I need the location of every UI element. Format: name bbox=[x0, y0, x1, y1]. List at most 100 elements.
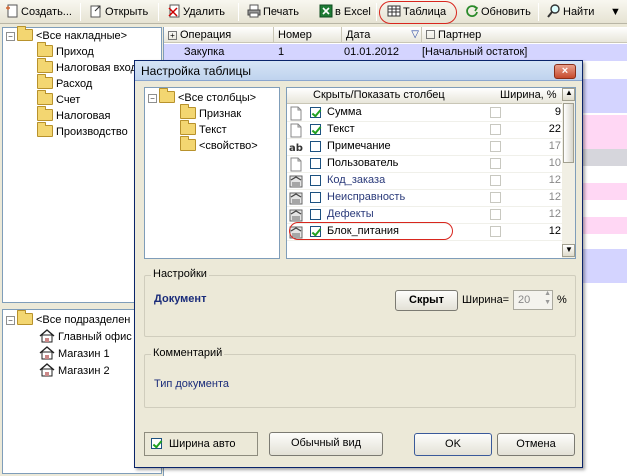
column-width-checkbox[interactable] bbox=[490, 226, 501, 237]
column-row[interactable]: Неисправность 12 bbox=[287, 190, 575, 207]
column-visible-checkbox[interactable] bbox=[310, 209, 321, 220]
column-width-value[interactable]: 10 bbox=[531, 157, 561, 169]
column-width-checkbox[interactable] bbox=[490, 175, 501, 186]
tree-item-label: Главный офис bbox=[58, 331, 132, 343]
column-visible-checkbox[interactable] bbox=[310, 141, 321, 152]
column-tree[interactable]: − <Все столбцы> Признак Текст <свойство> bbox=[144, 87, 280, 259]
spin-up-icon[interactable]: ▲ bbox=[544, 290, 551, 297]
column-row[interactable]: Код_заказа 12 bbox=[287, 173, 575, 190]
auto-width-check-icon[interactable] bbox=[151, 438, 162, 449]
grid-cell: [Начальный остаток] bbox=[422, 46, 528, 58]
grid-header-label: Операция bbox=[180, 29, 232, 41]
column-width-checkbox[interactable] bbox=[490, 124, 501, 135]
column-width-value[interactable]: 22 bbox=[531, 123, 561, 135]
column-row[interactable]: Сумма 9 bbox=[287, 105, 575, 122]
find-dropdown-button[interactable]: ▼ bbox=[607, 2, 624, 22]
sort-icon: + bbox=[168, 31, 177, 40]
tree-item-property[interactable]: <свойство> bbox=[180, 136, 258, 154]
normal-view-button[interactable]: Обычный вид bbox=[269, 432, 383, 456]
grid-row[interactable]: Закупка 1 01.01.2012 [Начальный остаток] bbox=[164, 44, 627, 61]
grid-header-partner[interactable]: Партнер bbox=[422, 27, 627, 43]
create-button[interactable]: Создать... bbox=[2, 2, 75, 22]
tree-item-label: <свойство> bbox=[199, 140, 258, 152]
collapse-icon[interactable]: − bbox=[6, 32, 15, 41]
width-label: Ширина= bbox=[462, 294, 510, 306]
open-icon bbox=[90, 5, 101, 18]
column-row[interactable]: Текст 22 bbox=[287, 122, 575, 139]
percent-label: % bbox=[557, 294, 567, 306]
column-width-value[interactable]: 12 bbox=[531, 225, 561, 237]
tree-item-nalog[interactable]: Налоговая bbox=[37, 106, 111, 124]
delete-button[interactable]: Удалить bbox=[164, 2, 228, 22]
tree-root-all-columns[interactable]: − <Все столбцы> bbox=[148, 88, 256, 106]
close-button[interactable]: × bbox=[554, 64, 576, 79]
column-width-checkbox[interactable] bbox=[490, 192, 501, 203]
columns-scrollbar[interactable]: ▲ ▼ bbox=[562, 88, 575, 258]
svg-text:ab: ab bbox=[289, 143, 303, 154]
column-visible-checkbox[interactable] bbox=[310, 124, 321, 135]
print-label: Печать bbox=[263, 6, 300, 18]
column-width-checkbox[interactable] bbox=[490, 107, 501, 118]
open-button[interactable]: Открыть bbox=[86, 2, 151, 22]
grid-header-operation[interactable]: + Операция bbox=[164, 27, 274, 43]
column-visible-checkbox[interactable] bbox=[310, 107, 321, 118]
scroll-up-button[interactable]: ▲ bbox=[562, 88, 575, 101]
house-icon bbox=[39, 363, 55, 377]
partner-header-icon bbox=[426, 30, 435, 39]
settings-group-title: Настройки bbox=[151, 268, 209, 280]
column-width-checkbox[interactable] bbox=[490, 141, 501, 152]
excel-button[interactable]: в Excel bbox=[316, 2, 374, 22]
column-visible-checkbox[interactable] bbox=[310, 175, 321, 186]
column-name: Примечание bbox=[327, 140, 391, 152]
tree-item-label: Налоговая bbox=[56, 110, 111, 122]
cancel-button[interactable]: Отмена bbox=[497, 433, 575, 456]
collapse-icon[interactable]: − bbox=[6, 316, 15, 325]
comment-text: Тип документа bbox=[154, 378, 230, 390]
toolbar-separator bbox=[238, 3, 239, 21]
tree-item-priznak[interactable]: Признак bbox=[180, 104, 241, 122]
auto-width-checkbox[interactable]: Ширина авто bbox=[144, 432, 258, 456]
toolbar-separator bbox=[158, 3, 159, 21]
column-row[interactable]: ab Примечание 17 bbox=[287, 139, 575, 156]
tree-root-departments[interactable]: − <Все подразделен bbox=[6, 310, 130, 328]
column-row[interactable]: Пользователь 10 bbox=[287, 156, 575, 173]
hide-toggle-button[interactable]: Скрыт bbox=[395, 290, 458, 311]
grid-header-number[interactable]: Номер bbox=[274, 27, 342, 43]
column-width-value[interactable]: 9 bbox=[531, 106, 561, 118]
scroll-down-button[interactable]: ▼ bbox=[562, 244, 575, 257]
tree-item-store-1[interactable]: Магазин 1 bbox=[39, 346, 110, 362]
spin-down-icon[interactable]: ▼ bbox=[544, 299, 551, 306]
tree-item-store-2[interactable]: Магазин 2 bbox=[39, 363, 110, 379]
collapse-icon[interactable]: − bbox=[148, 94, 157, 103]
ok-label: OK bbox=[445, 438, 461, 450]
column-width-value[interactable]: 12 bbox=[531, 208, 561, 220]
grid-header-date[interactable]: Дата ▽ bbox=[342, 27, 422, 43]
print-button[interactable]: Печать bbox=[244, 2, 302, 22]
column-width-value[interactable]: 12 bbox=[531, 174, 561, 186]
columns-list[interactable]: Скрыть/Показать столбец Ширина, % Сумма 9… bbox=[286, 87, 576, 259]
column-width-checkbox[interactable] bbox=[490, 158, 501, 169]
chevron-down-icon: ▼ bbox=[610, 6, 621, 18]
width-spinner[interactable]: 20 ▲ ▼ bbox=[513, 290, 553, 310]
tree-item-nalog-vhod[interactable]: Налоговая вход bbox=[37, 58, 137, 76]
tree-item-proizvodstvo[interactable]: Производство bbox=[37, 122, 128, 140]
refresh-icon bbox=[466, 5, 479, 17]
refresh-button[interactable]: Обновить bbox=[462, 2, 534, 22]
column-visible-checkbox[interactable] bbox=[310, 192, 321, 203]
column-visible-checkbox[interactable] bbox=[310, 158, 321, 169]
column-width-value[interactable]: 17 bbox=[531, 140, 561, 152]
column-width-checkbox[interactable] bbox=[490, 209, 501, 220]
refresh-label: Обновить bbox=[481, 6, 531, 18]
scroll-thumb[interactable] bbox=[563, 103, 574, 163]
ok-button[interactable]: OK bbox=[414, 433, 492, 456]
open-label: Открыть bbox=[105, 6, 149, 18]
tree-item-main-office[interactable]: Главный офис bbox=[39, 329, 132, 345]
folder-icon bbox=[180, 104, 196, 119]
column-width-value[interactable]: 12 bbox=[531, 191, 561, 203]
main-toolbar: Создать... Открыть Удалить Печать в Exce… bbox=[0, 0, 627, 24]
dialog-title-bar[interactable]: Настройка таблицы bbox=[135, 61, 582, 81]
tree-item-label: Расход bbox=[56, 78, 93, 90]
find-button[interactable]: Найти bbox=[544, 2, 597, 22]
tree-root-invoices[interactable]: − <Все накладные> bbox=[6, 26, 127, 44]
filter-arrow-icon[interactable]: ▽ bbox=[411, 27, 419, 43]
